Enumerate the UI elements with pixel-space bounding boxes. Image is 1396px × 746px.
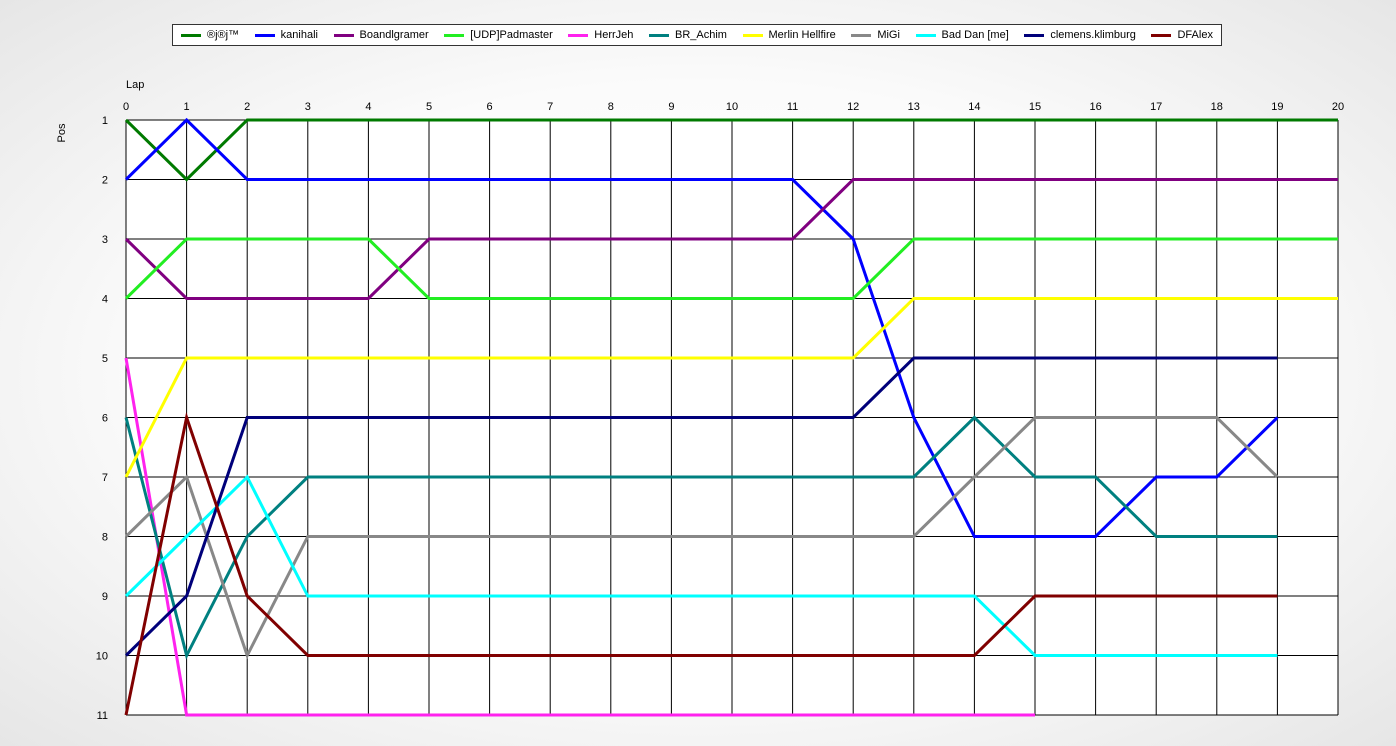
y-tick-label: 2: [102, 175, 108, 187]
x-tick-label: 7: [547, 101, 553, 113]
x-tick-label: 13: [908, 101, 920, 113]
y-tick-label: 11: [97, 710, 108, 722]
x-tick-label: 9: [668, 101, 674, 113]
x-tick-label: 5: [426, 101, 432, 113]
x-tick-label: 14: [968, 101, 980, 113]
x-tick-label: 17: [1150, 101, 1162, 113]
y-tick-label: 10: [96, 651, 108, 663]
x-tick-label: 20: [1332, 101, 1344, 113]
x-tick-label: 16: [1089, 101, 1101, 113]
x-tick-label: 15: [1029, 101, 1041, 113]
x-tick-label: 8: [608, 101, 614, 113]
y-tick-label: 4: [102, 294, 108, 306]
x-tick-label: 3: [305, 101, 311, 113]
x-tick-label: 18: [1211, 101, 1223, 113]
x-tick-label: 12: [847, 101, 859, 113]
x-tick-label: 10: [726, 101, 738, 113]
x-tick-label: 6: [487, 101, 493, 113]
position-chart: Lap Pos 0 1 2 3 4 5 6 7 8 9 10 11 12 13 14 15 16 17 18 19 20…: [56, 79, 1344, 722]
y-tick-label: 9: [102, 591, 108, 603]
x-axis-label: Lap: [126, 79, 144, 91]
y-tick-label: 1: [102, 115, 108, 127]
y-tick-label: 6: [102, 413, 108, 425]
y-tick-label: 7: [102, 472, 108, 484]
x-tick-label: 1: [184, 101, 190, 113]
y-tick-label: 3: [102, 234, 108, 246]
y-axis-label: Pos: [56, 123, 68, 142]
x-tick-label: 2: [244, 101, 250, 113]
x-tick-label: 19: [1271, 101, 1283, 113]
y-tick-label: 5: [102, 353, 108, 365]
x-tick-label: 11: [787, 101, 798, 113]
x-tick-label: 0: [123, 101, 129, 113]
x-tick-label: 4: [365, 101, 371, 113]
y-tick-label: 8: [102, 532, 108, 544]
